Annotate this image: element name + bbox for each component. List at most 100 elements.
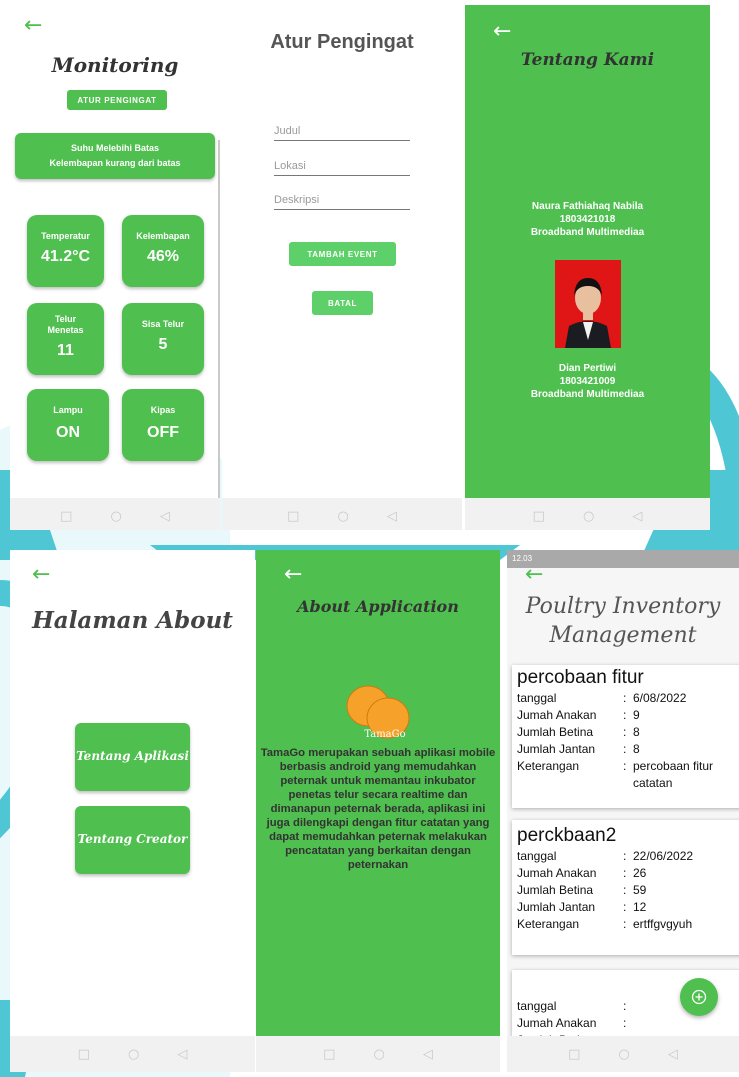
label-betina: Jumlah Betina — [517, 883, 594, 897]
atur-pengingat-button[interactable]: ATUR PENGINGAT — [67, 90, 167, 110]
card-value: OFF — [147, 424, 179, 441]
card-value: ON — [56, 424, 80, 441]
back-icon[interactable]: ◁ — [423, 1047, 433, 1062]
button-label: Tentang Creator — [77, 832, 188, 846]
batal-button[interactable]: BATAL — [312, 291, 373, 315]
logo-text: TamaGo — [364, 729, 406, 740]
label-tanggal: tanggal — [517, 999, 557, 1013]
label-anakan: Jumah Anakan — [517, 866, 597, 880]
lokasi-field[interactable]: Lokasi — [274, 160, 410, 176]
card-value: 46% — [146, 248, 180, 265]
kelembapan-card: Kelembapan 46% — [122, 215, 204, 287]
kipas-card: Kipas OFF — [122, 389, 204, 461]
recent-apps-icon[interactable]: □ — [78, 1047, 90, 1062]
home-icon[interactable]: ○ — [337, 509, 348, 524]
title-line1: Poultry Inventory — [525, 594, 721, 619]
page-title: Halaman About — [32, 607, 233, 634]
card-value: 11 — [57, 342, 74, 359]
member2-nim: 1803421009 — [559, 376, 616, 387]
judul-field[interactable]: Judul — [274, 125, 410, 141]
page-title: About Application — [297, 597, 459, 616]
value-jantan: 8 — [633, 742, 640, 756]
page-title: Atur Pengingat — [270, 31, 414, 53]
member1-name: Naura Fathiahaq Nabila — [531, 201, 644, 212]
back-arrow-icon[interactable]: ← — [493, 21, 515, 43]
card-label: Kelembapan — [136, 231, 190, 241]
record-title: percobaan fitur — [517, 667, 644, 688]
back-arrow-icon[interactable]: ← — [24, 15, 46, 37]
back-arrow-icon[interactable]: ← — [284, 564, 306, 586]
record-title: perckbaan2 — [517, 825, 617, 846]
app-description: TamaGo merupakan sebuah aplikasi mobile … — [260, 747, 496, 871]
monitoring-screen: ← Monitoring ATUR PENGINGAT Suhu Melebih… — [10, 5, 220, 530]
card-label: Kipas — [150, 405, 176, 415]
value-tanggal: 6/08/2022 — [633, 691, 687, 705]
alert-suhu: Suhu Melebihi Batas — [70, 143, 159, 153]
home-icon[interactable]: ○ — [373, 1047, 384, 1062]
android-navbar: □ ○ ◁ — [222, 498, 462, 530]
telur-menetas-card: Telur Menetas 11 — [27, 303, 104, 375]
label-anakan: Jumah Anakan — [517, 1016, 597, 1030]
label-ket: Keterangan — [517, 759, 580, 773]
label-jantan: Jumlah Jantan — [517, 900, 596, 914]
alert-kelembapan: Kelembapan kurang dari batas — [49, 158, 181, 168]
android-navbar: □ ○ ◁ — [10, 1036, 255, 1072]
value-betina: 59 — [633, 883, 647, 897]
label-jantan: Jumlah Jantan — [517, 742, 596, 756]
page-title: Poultry Inventory Management — [507, 592, 739, 650]
member2-name: Dian Pertiwi — [558, 363, 617, 374]
temperatur-card: Temperatur 41.2°C — [27, 215, 104, 287]
back-arrow-icon[interactable]: ← — [32, 564, 54, 586]
tambah-event-button[interactable]: TAMBAH EVENT — [289, 242, 396, 266]
page-title: Monitoring — [51, 53, 179, 77]
member2-prodi: Broadband Multimediaa — [530, 389, 645, 400]
recent-apps-icon[interactable]: □ — [568, 1047, 580, 1062]
back-icon[interactable]: ◁ — [668, 1047, 678, 1062]
label-tanggal: tanggal — [517, 849, 557, 863]
label-betina: Jumlah Betina — [517, 725, 594, 739]
android-navbar: □ ○ ◁ — [507, 1036, 739, 1072]
alert-card: Suhu Melebihi Batas Kelembapan kurang da… — [15, 133, 215, 179]
home-icon[interactable]: ○ — [618, 1047, 629, 1062]
tentang-aplikasi-button[interactable]: Tentang Aplikasi — [75, 723, 190, 791]
back-icon[interactable]: ◁ — [160, 509, 170, 524]
back-arrow-icon[interactable]: ← — [525, 564, 547, 586]
record-card[interactable]: percobaan fitur tanggal:6/08/2022 Jumah … — [512, 665, 739, 808]
label-ket: Keterangan — [517, 917, 580, 931]
about-application-screen: ← About Application TamaGo TamaGo merupa… — [256, 550, 500, 1072]
recent-apps-icon[interactable]: □ — [533, 509, 545, 524]
card-label: Temperatur — [41, 231, 90, 241]
poultry-inventory-screen: 12.03 ← Poultry Inventory Management per… — [507, 550, 739, 1072]
back-icon[interactable]: ◁ — [177, 1047, 187, 1062]
value-ket: percobaan fitur catatan — [633, 759, 714, 790]
home-icon[interactable]: ○ — [128, 1047, 139, 1062]
recent-apps-icon[interactable]: □ — [323, 1047, 335, 1062]
title-line2: Management — [549, 623, 697, 648]
deskripsi-field[interactable]: Deskripsi — [274, 194, 410, 210]
record-card[interactable]: perckbaan2 tanggal:22/06/2022 Jumah Anak… — [512, 820, 739, 955]
add-record-fab[interactable] — [680, 978, 718, 1016]
card-value: 5 — [158, 336, 168, 353]
android-navbar: □ ○ ◁ — [256, 1036, 500, 1072]
button-label: Tentang Aplikasi — [76, 749, 189, 763]
back-icon[interactable]: ◁ — [387, 509, 397, 524]
lampu-card: Lampu ON — [27, 389, 109, 461]
card-label: Telur Menetas — [47, 314, 84, 335]
recent-apps-icon[interactable]: □ — [60, 509, 72, 524]
value-jantan: 12 — [633, 900, 647, 914]
card-label: Lampu — [53, 405, 83, 415]
value-anakan: 9 — [633, 708, 640, 722]
plus-circle-icon — [691, 989, 707, 1005]
recent-apps-icon[interactable]: □ — [287, 509, 299, 524]
android-navbar: □ ○ ◁ — [465, 498, 710, 530]
back-icon[interactable]: ◁ — [632, 509, 642, 524]
value-ket: ertffgvgyuh — [633, 917, 693, 931]
tentang-kami-screen: ← Tentang Kami Naura Fathiahaq Nabila 18… — [465, 5, 710, 530]
tentang-creator-button[interactable]: Tentang Creator — [75, 806, 190, 874]
member1-prodi: Broadband Multimediaa — [530, 227, 645, 238]
member1-nim: 1803421018 — [559, 214, 616, 225]
page-title: Tentang Kami — [520, 50, 655, 70]
home-icon[interactable]: ○ — [583, 509, 594, 524]
card-value: 41.2°C — [40, 248, 91, 265]
home-icon[interactable]: ○ — [110, 509, 121, 524]
